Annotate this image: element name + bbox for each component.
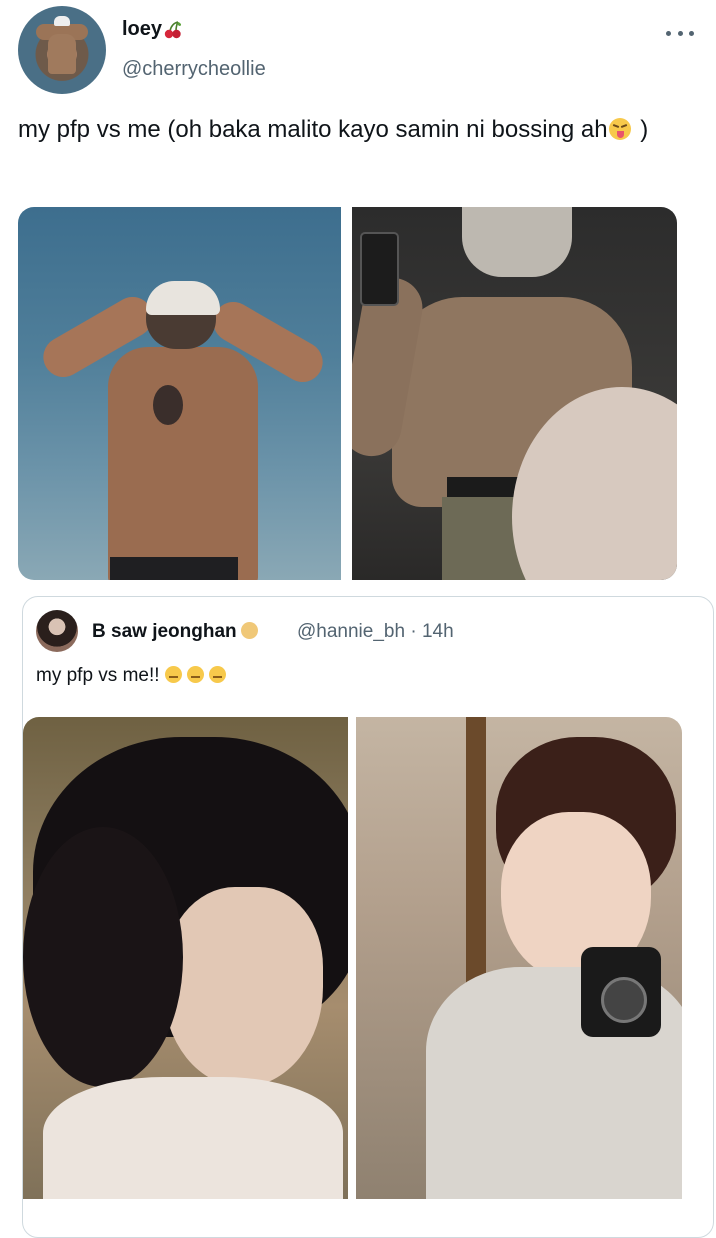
cherries-icon (164, 20, 182, 38)
squinting-tongue-face-icon (608, 118, 631, 140)
more-dot-icon (689, 30, 694, 36)
quoted-timestamp[interactable]: 14h (422, 621, 454, 642)
more-dot-icon (666, 30, 671, 36)
baby-angel-icon (240, 622, 258, 639)
quoted-author-avatar[interactable] (36, 610, 78, 652)
quoted-meta: @hannie_bh · 14h (297, 621, 454, 643)
quoted-author-handle[interactable]: @hannie_bh (297, 621, 405, 642)
tweet-image-1[interactable] (18, 207, 341, 580)
author-name[interactable]: loey (122, 18, 183, 41)
pensive-face-icon (208, 666, 226, 683)
tweet-image-2[interactable] (352, 207, 677, 580)
more-dot-icon (677, 30, 683, 36)
tweet-text: my pfp vs me (oh baka malito kayo samin … (18, 116, 649, 143)
author-handle[interactable]: @cherrycheollie (122, 58, 266, 81)
quoted-image-2[interactable] (356, 717, 682, 1199)
quoted-image-1[interactable] (23, 717, 348, 1199)
author-avatar[interactable] (18, 6, 106, 94)
more-options-button[interactable] (666, 26, 694, 40)
pensive-face-icon (186, 666, 204, 683)
author-display-name: loey (122, 18, 163, 40)
quoted-tweet-text: my pfp vs me!! (36, 665, 226, 687)
separator-dot: · (410, 621, 417, 642)
quoted-author-name[interactable]: B saw jeonghan (92, 621, 258, 643)
pensive-face-icon (164, 666, 182, 683)
